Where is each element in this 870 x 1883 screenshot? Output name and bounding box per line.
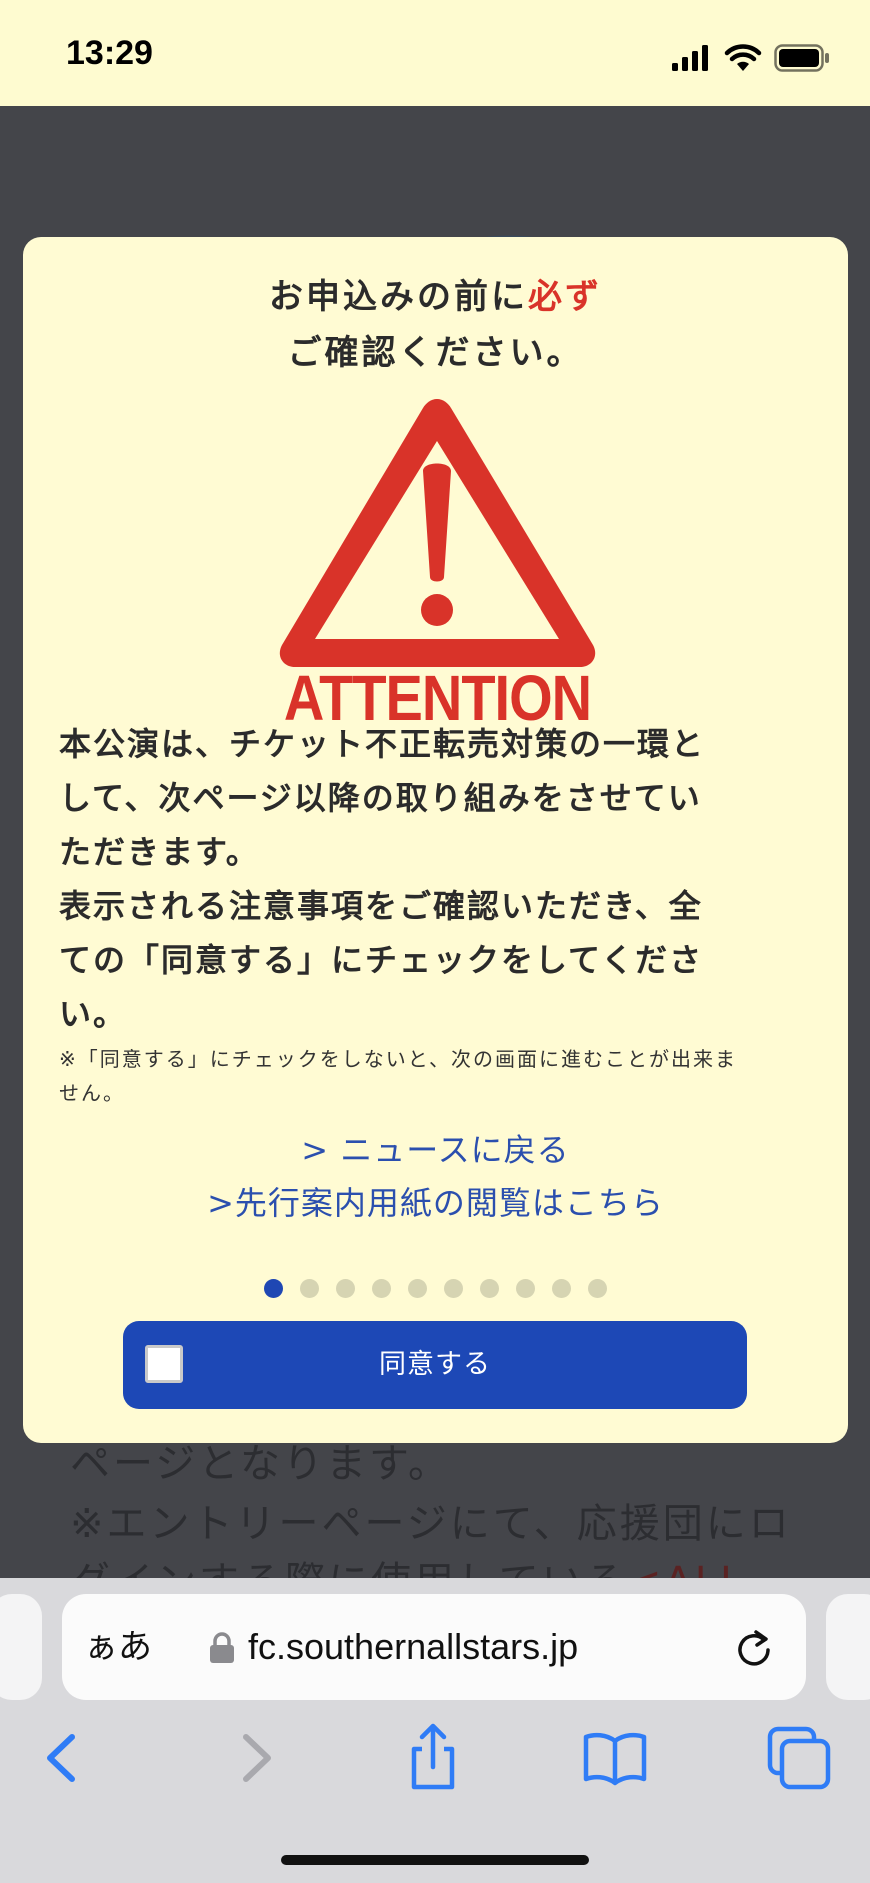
share-icon[interactable]	[398, 1723, 468, 1793]
notice-line: 表示される注意事項をご確認いただき、全	[59, 887, 703, 925]
previous-tab-peek[interactable]	[0, 1594, 42, 1700]
notice-footnote: ※「同意する」にチェックをしないと、次の画面に進むことが出来ま せん。	[59, 1042, 819, 1110]
agree-button[interactable]: 同意する	[123, 1321, 747, 1409]
agree-label: 同意する	[379, 1349, 491, 1380]
pagination-dot[interactable]	[300, 1279, 319, 1298]
background-red-fragment: <ALL	[628, 1559, 745, 1578]
footnote-line: せん。	[59, 1081, 125, 1105]
footnote-line: ※「同意する」にチェックをしないと、次の画面に進むことが出来ま	[59, 1047, 737, 1071]
cellular-signal-icon	[672, 45, 708, 71]
back-icon[interactable]	[30, 1723, 100, 1793]
pagination-dot[interactable]	[372, 1279, 391, 1298]
notice-line: 本公演は、チケット不正転売対策の一環と	[59, 725, 706, 763]
notice-line: い。	[59, 995, 128, 1033]
heading-line-1: お申込みの前に必ず	[23, 269, 848, 325]
pagination-dot[interactable]	[336, 1279, 355, 1298]
reload-icon[interactable]	[734, 1628, 774, 1668]
pagination-dots	[23, 1279, 848, 1298]
pagination-dot[interactable]	[480, 1279, 499, 1298]
pagination-dot-active[interactable]	[264, 1279, 283, 1298]
heading-emphasis: 必ず	[528, 277, 602, 317]
background-text-fragment: グインする際に使用している	[70, 1559, 628, 1578]
battery-icon	[774, 44, 829, 72]
pagination-dot[interactable]	[516, 1279, 535, 1298]
browser-bar: ぁあ fc.southernallstars.jp	[0, 1578, 870, 1883]
text-size-button[interactable]: ぁあ	[84, 1594, 152, 1700]
pagination-dot[interactable]	[444, 1279, 463, 1298]
status-bar: 13:29	[0, 0, 870, 106]
status-time: 13:29	[66, 34, 153, 72]
pagination-dot[interactable]	[588, 1279, 607, 1298]
notice-line: ての「同意する」にチェックをしてくださ	[59, 941, 704, 979]
forward-icon[interactable]	[218, 1723, 288, 1793]
view-guide-link[interactable]: >先行案内用紙の閲覧はこちら	[23, 1178, 848, 1224]
modal-heading: お申込みの前に必ず ご確認ください。	[23, 269, 848, 381]
url-text[interactable]: fc.southernallstars.jp	[248, 1594, 578, 1700]
tabs-icon[interactable]	[764, 1723, 834, 1793]
notice-line: ただきます。	[59, 833, 260, 871]
heading-line-2: ご確認ください。	[287, 333, 584, 373]
address-bar[interactable]: ぁあ fc.southernallstars.jp	[62, 1594, 806, 1700]
background-text-line: ※エントリーページにて、応援団にロ	[70, 1501, 792, 1547]
notice-line: して、次ページ以降の取り組みをさせてい	[59, 779, 702, 817]
status-icons	[672, 38, 830, 78]
bookmarks-icon[interactable]	[580, 1723, 650, 1793]
attention-modal: お申込みの前に必ず ご確認ください。 ATTENTION 本公演は、チケット不正…	[23, 237, 848, 1443]
heading-text: お申込みの前に	[269, 277, 528, 317]
browser-toolbar	[0, 1723, 870, 1813]
back-to-news-link[interactable]: > ニュースに戻る	[23, 1125, 848, 1171]
next-tab-peek[interactable]	[826, 1594, 870, 1700]
background-text-line: グインする際に使用している<ALL	[70, 1549, 745, 1578]
pagination-dot[interactable]	[552, 1279, 571, 1298]
home-indicator	[281, 1855, 589, 1865]
wifi-icon	[724, 44, 762, 71]
notice-body: 本公演は、チケット不正転売対策の一環と して、次ページ以降の取り組みをさせてい …	[59, 717, 819, 1041]
lock-icon	[210, 1632, 234, 1663]
pagination-dot[interactable]	[408, 1279, 427, 1298]
